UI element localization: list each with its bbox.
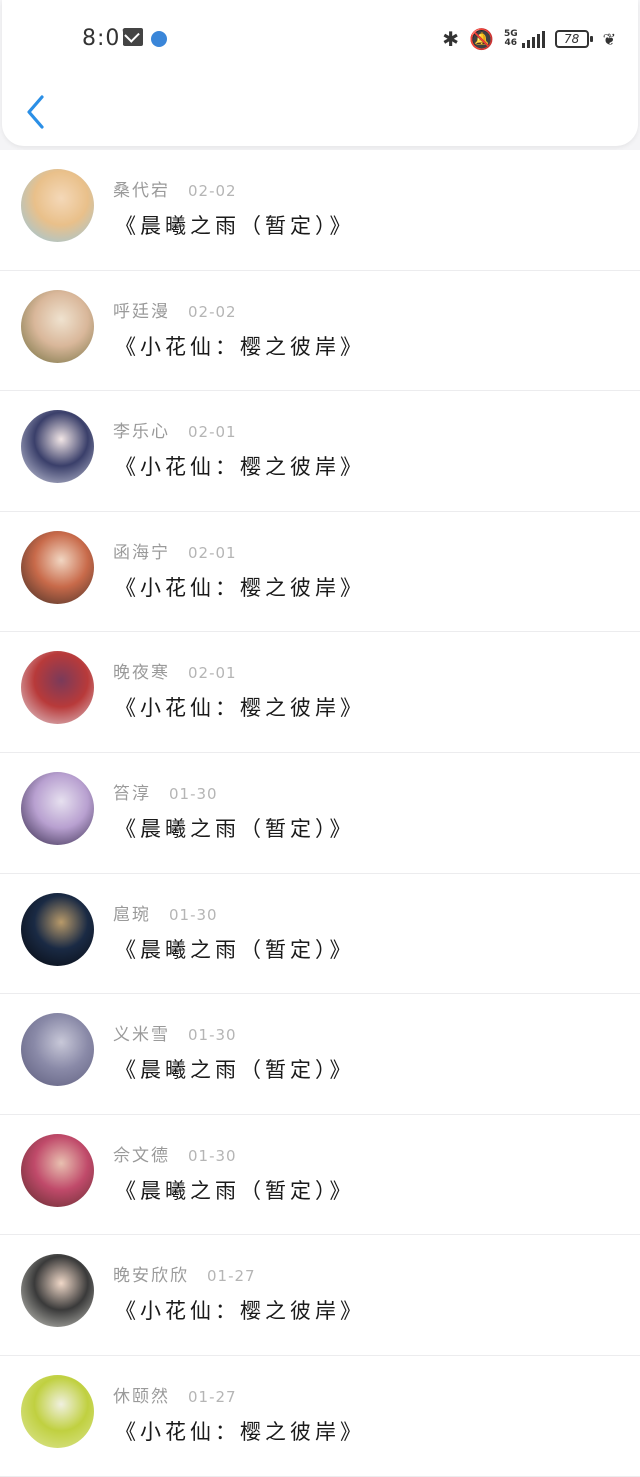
message-text: 《小花仙：樱之彼岸》 [115,696,365,721]
message-date: 02-01 [188,423,237,442]
item-meta: 扈琬 01-30 [113,900,218,925]
back-button[interactable] [24,94,54,130]
battery-level: 78 [563,32,580,46]
sender-name: 李乐心 [113,422,170,443]
list-item[interactable]: 桑代宕 02-02 《晨曦之雨（暂定）》 [0,150,640,271]
message-text: 《晨曦之雨（暂定）》 [115,1058,355,1083]
sender-name: 桑代宕 [113,181,170,201]
avatar[interactable] [21,410,94,484]
avatar[interactable] [21,651,94,725]
network-type: 5G 46 [503,29,518,48]
battery-icon: 78 [554,30,593,48]
avatar[interactable] [21,1013,94,1087]
avatar[interactable] [21,1374,94,1448]
message-text: 《小花仙：樱之彼岸》 [115,1419,365,1444]
sender-name: 扈琬 [113,904,151,925]
message-text: 《小花仙：樱之彼岸》 [115,575,365,600]
item-meta: 李乐心 02-01 [113,417,237,442]
message-date: 01-30 [169,905,218,924]
list-item[interactable]: 晚夜寒 02-01 《小花仙：樱之彼岸》 [0,632,640,753]
item-meta: 呼廷漫 02-02 [113,297,237,322]
chevron-left-icon [27,95,44,129]
message-date: 02-02 [188,302,237,321]
message-text: 《小花仙：樱之彼岸》 [115,1299,365,1324]
message-date: 01-27 [207,1267,256,1286]
bluetooth-icon: ✱ [442,27,460,51]
sender-name: 函海宁 [113,542,170,563]
sender-name: 晚夜寒 [113,663,170,684]
list-item[interactable]: 李乐心 02-01 《小花仙：樱之彼岸》 [0,391,640,512]
message-date: 01-30 [188,1146,237,1165]
item-meta: 笞淳 01-30 [113,779,218,804]
sender-name: 休颐然 [113,1386,170,1407]
status-bar: 8:01 ✱ 🔕 5G 46 78 ❦ [0,0,640,80]
message-date: 01-27 [188,1387,237,1406]
message-text: 《小花仙：樱之彼岸》 [115,455,365,480]
avatar[interactable] [21,1133,94,1207]
notification-mail-icon [123,28,143,46]
item-meta: 休颐然 01-27 [113,1382,237,1407]
avatar[interactable] [21,530,94,604]
message-date: 02-01 [188,543,237,562]
signal-strength-icon [521,30,545,48]
sender-name: 佘文德 [113,1145,170,1166]
avatar[interactable] [21,169,94,242]
message-text: 《晨曦之雨（暂定）》 [115,816,355,841]
message-date: 02-01 [188,664,237,683]
avatar[interactable] [21,771,94,845]
message-text: 《小花仙：樱之彼岸》 [115,334,365,359]
item-meta: 函海宁 02-01 [113,538,237,563]
item-meta: 晚安欣欣 01-27 [113,1261,256,1286]
list-item[interactable]: 笞淳 01-30 《晨曦之雨（暂定）》 [0,752,640,874]
status-right-group: ✱ 🔕 5G 46 78 ❦ [442,24,616,54]
bell-muted-icon: 🔕 [469,27,494,51]
item-meta: 晚夜寒 02-01 [113,658,237,683]
sender-name: 笞淳 [113,783,151,804]
message-text: 《晨曦之雨（暂定）》 [115,1178,355,1203]
list-item[interactable]: 休颐然 01-27 《小花仙：樱之彼岸》 [0,1355,640,1477]
item-meta: 义米雪 01-30 [113,1020,237,1045]
list-item[interactable]: 呼廷漫 02-02 《小花仙：樱之彼岸》 [0,270,640,392]
sender-name: 呼廷漫 [113,301,170,322]
message-list: 桑代宕 02-02 《晨曦之雨（暂定）》 呼廷漫 02-02 《小花仙：樱之彼岸》 李乐心 0… [0,150,640,1477]
avatar[interactable] [21,289,94,363]
list-item[interactable]: 扈琬 01-30 《晨曦之雨（暂定）》 [0,873,640,995]
item-meta: 桑代宕 02-02 [113,176,237,201]
avatar[interactable] [21,1254,94,1328]
message-date: 01-30 [169,784,218,803]
list-item[interactable]: 佘文德 01-30 《晨曦之雨（暂定）》 [0,1114,640,1236]
message-text: 《晨曦之雨（暂定）》 [115,214,355,238]
item-meta: 佘文德 01-30 [113,1141,237,1166]
list-item[interactable]: 函海宁 02-01 《小花仙：樱之彼岸》 [0,511,640,633]
message-date: 02-02 [188,182,237,200]
list-item[interactable]: 义米雪 01-30 《晨曦之雨（暂定）》 [0,994,640,1115]
power-saving-icon: ❦ [602,29,616,49]
message-date: 01-30 [188,1026,237,1045]
list-item[interactable]: 晚安欣欣 01-27 《小花仙：樱之彼岸》 [0,1235,640,1356]
avatar[interactable] [21,892,94,966]
message-text: 《晨曦之雨（暂定）》 [115,937,355,962]
notification-app-icon [151,31,167,47]
sender-name: 晚安欣欣 [113,1266,189,1287]
sender-name: 义米雪 [113,1025,170,1046]
